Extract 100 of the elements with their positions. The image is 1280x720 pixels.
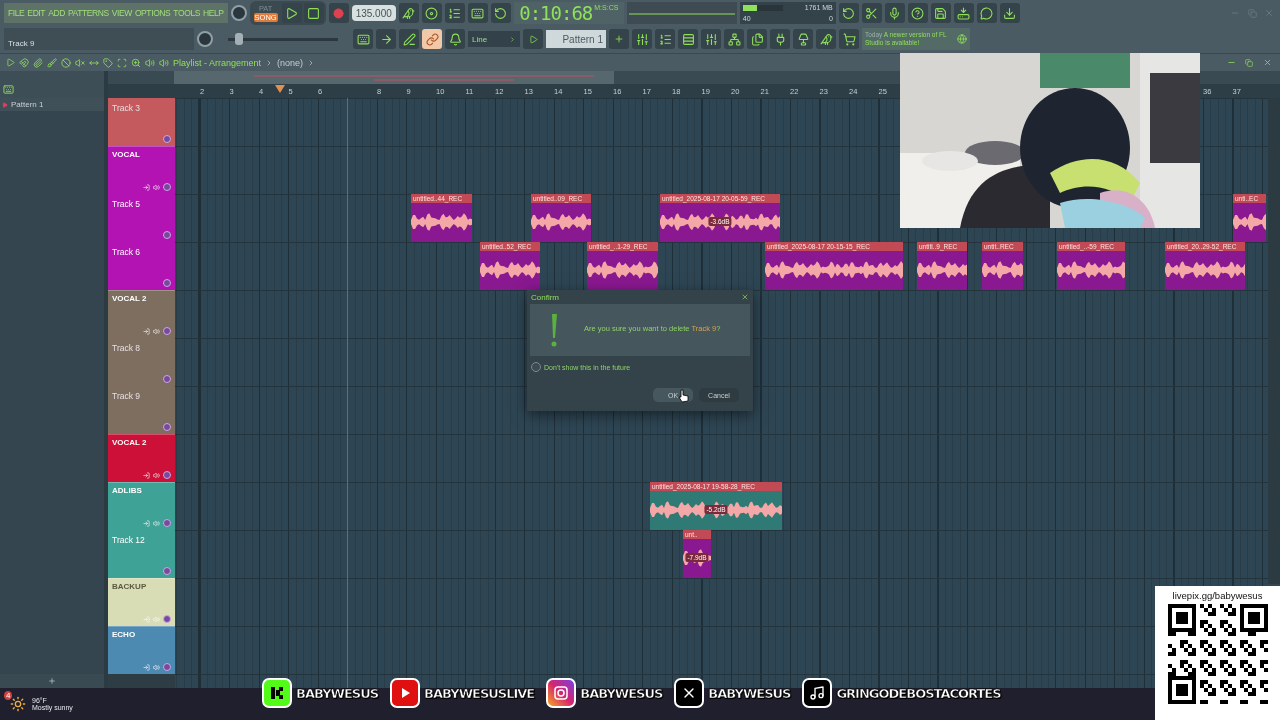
- undo-button[interactable]: [838, 3, 859, 23]
- save-button[interactable]: [930, 3, 951, 23]
- scissors-icon: [865, 6, 879, 20]
- scissors-button[interactable]: [861, 3, 882, 23]
- cart-icon: [842, 32, 856, 46]
- tag-icon[interactable]: [103, 57, 113, 68]
- track-name: Track 3: [112, 103, 142, 113]
- pen-button[interactable]: [399, 29, 419, 49]
- menu-item[interactable]: VIEW: [111, 8, 132, 18]
- track-name: ECHO: [112, 630, 137, 639]
- close-button[interactable]: [741, 293, 749, 301]
- pattern-prev-button[interactable]: [523, 29, 543, 49]
- track-name: VOCAL 2: [112, 438, 148, 447]
- play-button[interactable]: [281, 3, 302, 23]
- track-header[interactable]: Track 3: [108, 98, 175, 146]
- cart-button[interactable]: [839, 29, 859, 49]
- arrow-right-button[interactable]: [376, 29, 396, 49]
- files-button[interactable]: [747, 29, 767, 49]
- snap-select[interactable]: Line: [468, 31, 520, 47]
- zoom-icon[interactable]: [131, 57, 141, 68]
- record-dot-icon[interactable]: [163, 567, 171, 575]
- select-icon[interactable]: [117, 57, 127, 68]
- menu-item[interactable]: FILE: [8, 8, 25, 18]
- notification-badge: 4: [4, 691, 13, 700]
- menu-item[interactable]: PATTERNS: [67, 8, 109, 18]
- record-dot-icon[interactable]: [163, 279, 171, 287]
- piano-keyboard-button[interactable]: [353, 29, 373, 49]
- bird-icon: [402, 6, 416, 20]
- track-header[interactable]: Track 9: [108, 386, 175, 434]
- menu-item[interactable]: TOOLS: [173, 8, 201, 18]
- track-header[interactable]: ADLIBS: [108, 482, 175, 530]
- chat-button[interactable]: [976, 3, 997, 23]
- mixer-button[interactable]: [632, 29, 652, 49]
- magnet-icon[interactable]: [19, 57, 29, 68]
- lamp-button[interactable]: [793, 29, 813, 49]
- record-dot-icon[interactable]: [163, 135, 171, 143]
- pattern-item[interactable]: Pattern 1: [0, 98, 104, 111]
- brush-icon[interactable]: [47, 57, 57, 68]
- microphone-icon: [888, 6, 902, 20]
- record-dot-icon[interactable]: [163, 663, 171, 671]
- record-icon: [333, 7, 345, 19]
- track-header[interactable]: VOCAL: [108, 146, 175, 194]
- cross-logo-icon: [674, 678, 705, 708]
- link-button[interactable]: [422, 29, 442, 49]
- record-dot-icon[interactable]: [163, 471, 171, 479]
- tempo-display[interactable]: 135.000: [351, 5, 396, 21]
- track-name: Track 8: [112, 343, 142, 353]
- track-header[interactable]: Track 8: [108, 338, 175, 386]
- track-header[interactable]: Track 6: [108, 242, 175, 290]
- add-icon[interactable]: [48, 677, 56, 685]
- piano-keyboard-icon[interactable]: [3, 84, 14, 95]
- menu-item[interactable]: HELP: [203, 8, 224, 18]
- master-volume-knob[interactable]: [230, 5, 247, 21]
- menu-item[interactable]: EDIT: [27, 8, 46, 18]
- faders-button[interactable]: [701, 29, 721, 49]
- track-header[interactable]: VOCAL 2: [108, 290, 175, 338]
- save-icon: [934, 6, 948, 20]
- menu-item[interactable]: ADD: [48, 8, 65, 18]
- slider-thumb[interactable]: [234, 32, 243, 45]
- download-button[interactable]: [999, 3, 1020, 23]
- stop-button[interactable]: [303, 3, 324, 23]
- track-header[interactable]: VOCAL 2: [108, 434, 175, 482]
- record-dot-icon[interactable]: [163, 615, 171, 623]
- play-icon[interactable]: [6, 58, 15, 67]
- menu-item[interactable]: OPTIONS: [134, 8, 171, 18]
- speaker-icon[interactable]: [145, 57, 155, 68]
- bird-button[interactable]: [816, 29, 836, 49]
- mixer-icon: [635, 32, 649, 46]
- record-dot-icon[interactable]: [163, 183, 171, 191]
- plugin-button[interactable]: [770, 29, 790, 49]
- track-header[interactable]: Track 5: [108, 194, 175, 242]
- pattern-selector[interactable]: Pattern 1: [546, 30, 606, 48]
- restore-icon: [1245, 58, 1253, 67]
- breadcrumb[interactable]: (none): [277, 57, 304, 68]
- playlist-title: Playlist - Arrangement: [173, 57, 262, 68]
- camera-logo-icon: [546, 678, 577, 708]
- record-dot-icon[interactable]: [163, 231, 171, 239]
- paperclip-icon[interactable]: [33, 57, 43, 68]
- master-pitch-knob[interactable]: [197, 31, 213, 47]
- social-handle: BABYWESUS: [296, 685, 379, 701]
- typing-keyboard-button[interactable]: [467, 3, 488, 23]
- track-header[interactable]: ECHO: [108, 626, 175, 674]
- link-icon: [425, 32, 439, 46]
- exclamation-icon: [550, 314, 558, 348]
- bird-icon: [819, 32, 833, 46]
- checkbox[interactable]: [531, 362, 541, 372]
- record-dot-icon[interactable]: [163, 519, 171, 527]
- help-button[interactable]: [907, 3, 928, 23]
- mute-icon[interactable]: [75, 57, 85, 68]
- ban-icon[interactable]: [61, 57, 71, 68]
- microphone-button[interactable]: [884, 3, 905, 23]
- record-dot-icon[interactable]: [163, 375, 171, 383]
- track-header[interactable]: Track 12: [108, 530, 175, 578]
- qr-code-icon: [1167, 604, 1268, 704]
- record-dot-icon[interactable]: [163, 327, 171, 335]
- record-dot-icon[interactable]: [163, 423, 171, 431]
- bird-button[interactable]: [398, 3, 419, 23]
- track-name: BACKUP: [112, 582, 148, 591]
- bell-button[interactable]: [445, 29, 465, 49]
- track-header[interactable]: BACKUP: [108, 578, 175, 626]
